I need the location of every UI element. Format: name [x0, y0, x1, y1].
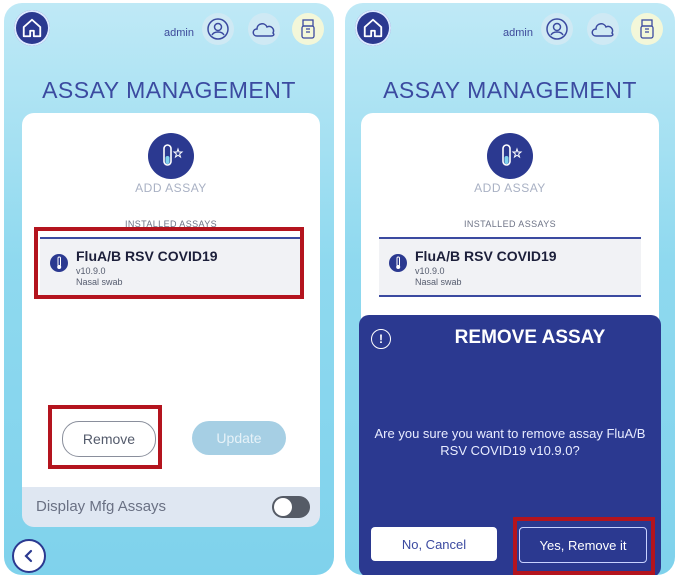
- toggle-knob: [274, 498, 292, 516]
- usb-button[interactable]: [292, 13, 324, 45]
- screen-assay-management: admin ASSAY MANAGEMENT ADD ASSAY INSTALL…: [4, 3, 334, 575]
- username-label: admin: [164, 27, 194, 39]
- user-settings-icon: [546, 18, 568, 40]
- cloud-icon: [252, 23, 275, 37]
- highlight-box: [513, 517, 655, 575]
- user-settings-button[interactable]: [541, 13, 573, 45]
- top-bar: admin: [4, 3, 334, 61]
- home-icon: [22, 18, 42, 38]
- add-assay-button[interactable]: [487, 133, 533, 179]
- display-mfg-label: Display Mfg Assays: [36, 498, 167, 515]
- home-icon: [363, 18, 383, 38]
- thermometer-icon: [389, 254, 407, 272]
- user-settings-button[interactable]: [202, 13, 234, 45]
- home-button[interactable]: [355, 10, 391, 46]
- cloud-icon: [591, 23, 614, 37]
- highlight-box: [34, 227, 304, 299]
- cloud-button[interactable]: [587, 13, 619, 45]
- assay-name: FluA/B RSV COVID19: [415, 248, 557, 264]
- cloud-button[interactable]: [248, 13, 280, 45]
- display-mfg-toggle[interactable]: [272, 496, 310, 518]
- usb-icon: [640, 19, 654, 39]
- cancel-button[interactable]: No, Cancel: [371, 527, 497, 561]
- assay-version: v10.9.0: [415, 266, 445, 276]
- user-settings-icon: [207, 18, 229, 40]
- usb-button[interactable]: [631, 13, 663, 45]
- page-title: ASSAY MANAGEMENT: [383, 77, 637, 103]
- back-button[interactable]: [12, 539, 46, 573]
- username-label: admin: [503, 27, 533, 39]
- usb-icon: [301, 19, 315, 39]
- assay-sample-type: Nasal swab: [415, 277, 462, 287]
- dialog-title: REMOVE ASSAY: [454, 327, 606, 348]
- installed-assays-heading: INSTALLED ASSAYS: [463, 219, 557, 229]
- page-title: ASSAY MANAGEMENT: [42, 77, 296, 103]
- chevron-left-icon: [24, 549, 33, 563]
- top-bar: admin: [345, 3, 675, 61]
- update-button[interactable]: Update: [192, 421, 286, 455]
- home-button[interactable]: [14, 10, 50, 46]
- add-assay-button[interactable]: [148, 133, 194, 179]
- screen-remove-confirm: admin ASSAY MANAGEMENT ADD ASSAY INSTALL…: [345, 3, 675, 575]
- add-assay-label: ADD ASSAY: [474, 181, 546, 195]
- test-tube-star-icon: [502, 144, 523, 166]
- add-assay-label: ADD ASSAY: [135, 181, 207, 195]
- highlight-box: [48, 405, 162, 469]
- assay-list-item[interactable]: FluA/B RSV COVID19 v10.9.0 Nasal swab: [379, 237, 641, 297]
- display-mfg-row: Display Mfg Assays: [22, 487, 320, 527]
- test-tube-star-icon: [163, 144, 184, 166]
- dialog-message: Are you sure you want to remove assay Fl…: [374, 426, 646, 458]
